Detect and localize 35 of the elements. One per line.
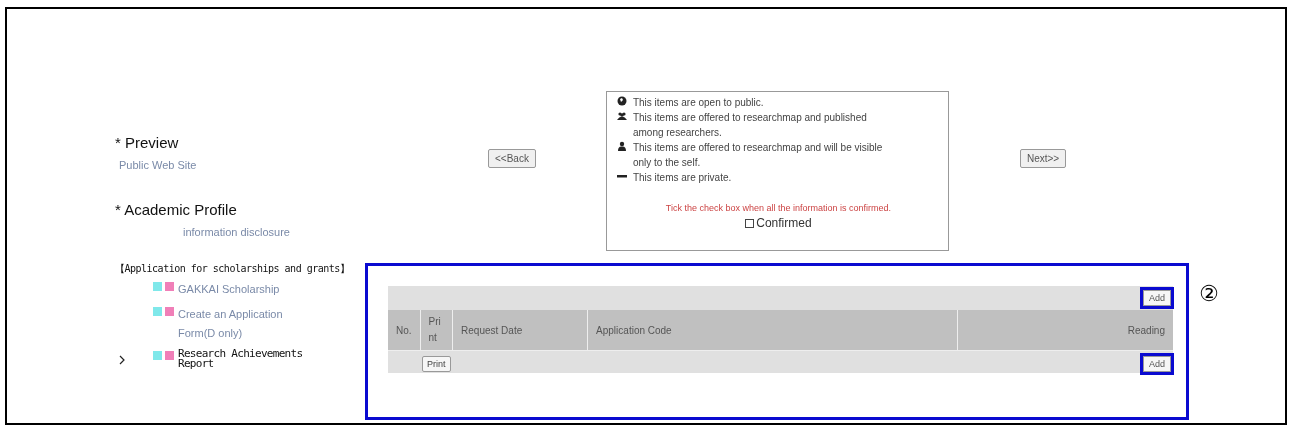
- section-heading: * Academic Profile: [115, 201, 238, 218]
- notice-text: Tick the check box when all the information is confirmed.: [664, 203, 893, 213]
- column-header: Reading: [957, 310, 1173, 351]
- sidebar-item[interactable]: Create an Application Form(D only): [178, 305, 313, 343]
- back-button[interactable]: <<Back: [488, 149, 536, 168]
- square-icon: [165, 282, 174, 291]
- column-header: No.: [388, 310, 421, 351]
- sidebar-item[interactable]: GAKKAI Scholarship: [178, 280, 313, 299]
- section-heading: * Preview: [115, 134, 180, 151]
- add-button[interactable]: Add: [1143, 356, 1171, 372]
- column-header: Print: [420, 310, 453, 351]
- column-header: Request Date: [452, 310, 588, 351]
- legend-text: This items are offered to researchmap and will be visible only to the self.: [632, 141, 884, 170]
- square-icon: [165, 307, 174, 316]
- column-header: Application Code: [587, 310, 958, 351]
- sidebar-item[interactable]: Research Achievements Report: [178, 349, 313, 369]
- add-button[interactable]: Add: [1143, 290, 1171, 306]
- step-marker: ②: [1199, 281, 1219, 306]
- legend-text: This items are open to public.: [632, 96, 765, 110]
- square-icon: [153, 282, 162, 291]
- legend-text: This items are offered to researchmap and published among researchers.: [632, 111, 868, 140]
- person-icon: [616, 141, 627, 151]
- group-heading: 【Application for scholarships and grants】: [115, 262, 351, 276]
- sidebar-link[interactable]: Public Web Site: [119, 159, 365, 171]
- sidebar-link[interactable]: information disclosure: [183, 226, 365, 238]
- square-icon: [153, 307, 162, 316]
- checkbox-label: Confirmed: [756, 216, 812, 230]
- legend-text: This items are private.: [632, 171, 733, 185]
- print-button[interactable]: Print: [422, 356, 451, 372]
- confirm-checkbox[interactable]: [745, 218, 755, 228]
- square-icon: [165, 351, 174, 360]
- globe-icon: [616, 96, 627, 106]
- people-icon: [616, 111, 627, 121]
- square-icon: [153, 351, 162, 360]
- next-button[interactable]: Next>>: [1019, 149, 1067, 168]
